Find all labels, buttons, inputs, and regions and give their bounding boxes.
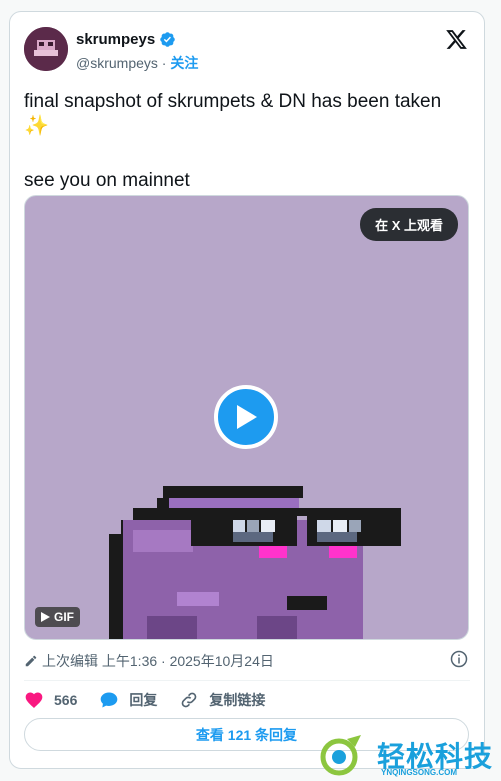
tweet-line-2: see you on mainnet bbox=[24, 170, 190, 191]
reply-bubble-icon bbox=[101, 692, 118, 708]
small-play-icon bbox=[41, 612, 50, 622]
watermark-logo-icon bbox=[320, 735, 361, 776]
display-name[interactable]: skrumpeys bbox=[76, 31, 155, 48]
watch-on-x-button[interactable]: 在 X 上观看 bbox=[360, 208, 458, 241]
action-bar: 566 回复 复制链接 bbox=[24, 690, 287, 710]
media-gif[interactable]: 在 X 上观看 GIF bbox=[24, 195, 469, 640]
handle-separator: · bbox=[161, 55, 167, 71]
verified-badge-icon bbox=[160, 32, 175, 47]
watermark-subtext: YNQINGSONG.COM bbox=[381, 768, 458, 777]
divider bbox=[24, 680, 470, 681]
copy-link-action[interactable]: 复制链接 bbox=[179, 690, 265, 710]
like-count: 566 bbox=[54, 692, 78, 708]
gif-badge: GIF bbox=[35, 607, 80, 627]
pixel-art-creature bbox=[109, 486, 401, 639]
heart-icon bbox=[25, 692, 43, 708]
gif-label: GIF bbox=[54, 610, 74, 624]
tweet-embed-card: skrumpeys @skrumpeys · 关注 final snapshot… bbox=[9, 11, 485, 769]
edited-timestamp[interactable]: 上次编辑 上午1:36 · 2025年10月24日 bbox=[42, 651, 274, 671]
tweet-meta: 上次编辑 上午1:36 · 2025年10月24日 bbox=[24, 651, 274, 671]
reply-action[interactable]: 回复 bbox=[99, 690, 157, 710]
play-icon bbox=[237, 405, 257, 429]
x-logo-icon[interactable] bbox=[445, 28, 468, 51]
play-button[interactable] bbox=[214, 385, 278, 449]
copy-link-label: 复制链接 bbox=[209, 692, 266, 708]
info-icon[interactable] bbox=[450, 650, 468, 668]
edit-pencil-icon bbox=[25, 655, 37, 667]
link-icon bbox=[182, 692, 197, 708]
sparkles-emoji: ✨ bbox=[24, 115, 49, 137]
user-handle[interactable]: @skrumpeys bbox=[76, 55, 158, 71]
tweet-text: final snapshot of skrumpets & DN has bee… bbox=[24, 90, 474, 193]
avatar[interactable] bbox=[24, 27, 68, 71]
like-action[interactable]: 566 bbox=[24, 690, 77, 710]
reply-label: 回复 bbox=[129, 692, 158, 708]
follow-button[interactable]: 关注 bbox=[170, 55, 198, 71]
tweet-line-1: final snapshot of skrumpets & DN has bee… bbox=[24, 91, 442, 112]
